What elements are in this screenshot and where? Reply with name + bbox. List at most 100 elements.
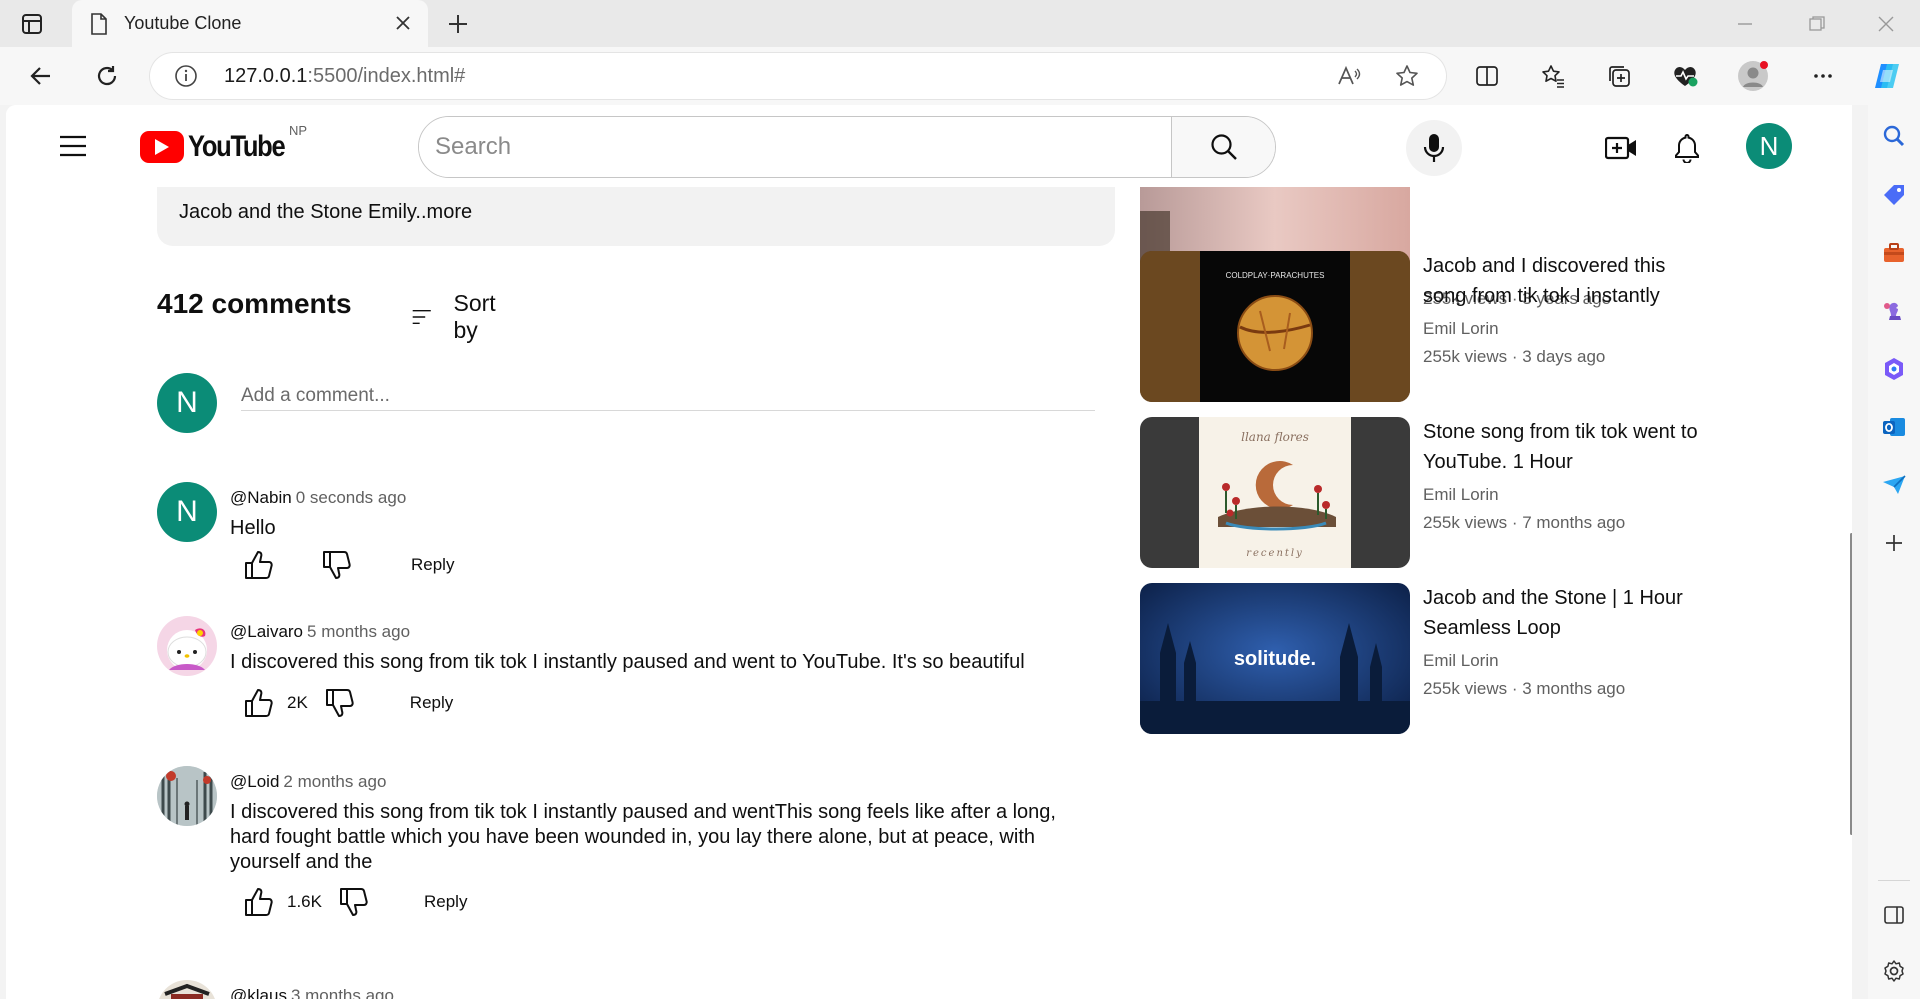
thumbnail-caption-bottom: recently (1246, 548, 1304, 559)
more-menu-icon[interactable] (1806, 59, 1840, 93)
split-screen-icon[interactable] (1470, 59, 1504, 93)
new-tab-icon[interactable] (444, 10, 472, 38)
description-text[interactable]: Jacob and the Stone Emily..more (179, 201, 472, 224)
video-title[interactable]: Jacob and I discovered this song from ti… (1423, 251, 1713, 311)
tab-actions-icon[interactable] (20, 12, 44, 36)
like-button[interactable] (241, 884, 277, 920)
commenter-avatar[interactable] (157, 766, 217, 826)
search-button[interactable] (1171, 117, 1275, 177)
video-thumbnail[interactable]: llana flores recently (1140, 417, 1410, 568)
thumbs-up-icon (245, 689, 273, 717)
thumbs-up-icon (245, 551, 273, 579)
add-sidebar-app-icon[interactable] (1880, 529, 1908, 557)
notifications-bell-icon[interactable] (1670, 131, 1704, 165)
minimize-icon[interactable] (1730, 10, 1760, 38)
back-arrow-icon[interactable] (24, 59, 58, 93)
tools-briefcase-icon[interactable] (1880, 239, 1908, 267)
comment-input[interactable] (241, 381, 1095, 411)
channel-name[interactable]: Emil Lorin (1423, 319, 1499, 339)
commenter-avatar[interactable] (157, 616, 217, 676)
search-input[interactable] (419, 117, 1171, 177)
address-bar[interactable]: 127.0.0.1:5500/index.html# (150, 53, 1446, 99)
dislike-button[interactable] (336, 884, 372, 920)
like-button[interactable] (241, 547, 277, 583)
video-title[interactable]: Jacob and the Stone | 1 Hour Seamless Lo… (1423, 583, 1713, 643)
video-title[interactable]: Stone song from tik tok went to YouTube.… (1423, 417, 1713, 477)
comment-username[interactable]: @klaus (230, 986, 287, 999)
commenter-avatar[interactable]: N (157, 482, 217, 542)
sort-button[interactable]: Sort by (412, 290, 504, 344)
comment-text: I discovered this song from tik tok I in… (230, 801, 1056, 873)
channel-name[interactable]: Emil Lorin (1423, 651, 1499, 671)
collections-icon[interactable] (1602, 59, 1636, 93)
channel-name[interactable]: Emil Lorin (1423, 485, 1499, 505)
comment-text: Hello (230, 517, 276, 539)
dislike-button[interactable] (322, 685, 358, 721)
video-thumbnail[interactable]: COLDPLAY·PARACHUTES (1140, 251, 1410, 402)
search-icon (1210, 134, 1237, 160)
favorites-icon[interactable] (1536, 59, 1570, 93)
dislike-button[interactable] (319, 547, 355, 583)
site-info-icon[interactable] (174, 64, 198, 88)
comment-username[interactable]: @Nabin (230, 488, 292, 507)
games-chess-icon[interactable] (1880, 297, 1908, 325)
comment-meta: @Laivaro 5 months ago (230, 622, 410, 642)
close-window-icon[interactable] (1871, 10, 1901, 38)
voice-search-button[interactable] (1406, 120, 1462, 176)
search-bar (418, 116, 1276, 178)
thumbnail-caption: solitude. (1234, 648, 1316, 670)
page-icon (91, 12, 107, 35)
sidebar-divider (1878, 880, 1910, 881)
comment-meta: @klaus 3 months ago (230, 986, 394, 999)
thumbs-down-icon (339, 888, 368, 916)
sort-icon (412, 310, 431, 324)
comment-username[interactable]: @Loid (230, 772, 279, 791)
comment-username[interactable]: @Laivaro (230, 622, 303, 641)
hide-sidebar-icon[interactable] (1880, 901, 1908, 929)
add-comment-row: N (157, 373, 1095, 433)
commenter-avatar[interactable] (157, 980, 217, 999)
comment-time: 3 months ago (290, 986, 394, 999)
comment-time: 5 months ago (307, 622, 411, 641)
url-text[interactable]: 127.0.0.1:5500/index.html# (224, 65, 465, 88)
restore-icon[interactable] (1802, 10, 1832, 38)
youtube-logo[interactable]: YouTube NP (140, 123, 307, 165)
comment-time: 2 months ago (283, 772, 387, 791)
comments-count: 412 comments (157, 288, 352, 319)
refresh-icon[interactable] (90, 59, 124, 93)
page-scrollbar[interactable] (1850, 533, 1852, 835)
video-stats: 255k views · 7 months ago (1423, 513, 1626, 532)
read-aloud-icon[interactable] (1336, 63, 1362, 89)
profile-avatar-icon[interactable] (1736, 59, 1770, 93)
send-drop-icon[interactable] (1880, 471, 1908, 499)
tab-title: Youtube Clone (124, 13, 242, 33)
favorite-star-icon[interactable] (1394, 63, 1420, 89)
account-avatar[interactable]: N (1746, 123, 1792, 169)
shopping-tag-icon[interactable] (1880, 181, 1908, 209)
video-stats: 255k views · 3 months ago (1423, 679, 1626, 698)
reply-button[interactable]: Reply (424, 892, 467, 912)
microsoft365-icon[interactable] (1880, 355, 1908, 383)
like-count: 2K (287, 693, 308, 712)
video-thumbnail[interactable]: solitude. (1140, 583, 1410, 734)
comment-meta: @Loid 2 months ago (230, 772, 386, 792)
comment-text: I discovered this song from tik tok I in… (230, 651, 1025, 673)
reply-button[interactable]: Reply (411, 555, 454, 575)
browser-tab[interactable]: Youtube Clone (72, 0, 428, 47)
sidebar-search-icon[interactable] (1880, 122, 1908, 150)
tab-close-icon[interactable] (392, 12, 414, 34)
hamburger-menu-icon[interactable] (56, 129, 90, 163)
like-button[interactable] (241, 685, 277, 721)
comment-actions: Reply (241, 547, 454, 583)
outlook-icon[interactable] (1880, 413, 1908, 441)
video-stats: 255k views · 3 days ago (1423, 347, 1606, 366)
thumbnail-caption: COLDPLAY·PARACHUTES (1226, 271, 1325, 280)
comment-actions: 1.6K Reply (241, 884, 467, 920)
settings-gear-icon[interactable] (1880, 957, 1908, 985)
browser-tab-strip: Youtube Clone (0, 0, 1920, 47)
browser-essentials-icon[interactable] (1668, 59, 1702, 93)
reply-button[interactable]: Reply (410, 693, 453, 713)
create-video-icon[interactable] (1604, 131, 1638, 165)
browser-toolbar: 127.0.0.1:5500/index.html# (0, 47, 1920, 105)
copilot-icon[interactable] (1870, 59, 1904, 93)
